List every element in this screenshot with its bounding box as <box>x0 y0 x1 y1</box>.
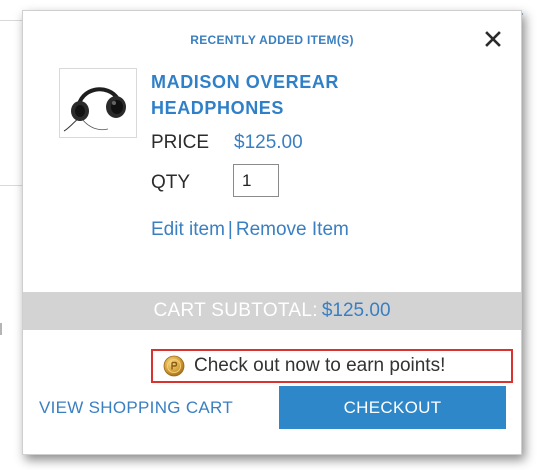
edit-item-link[interactable]: Edit item <box>151 219 225 240</box>
item-actions: Edit item | Remove Item <box>151 219 349 241</box>
modal-title: RECENTLY ADDED ITEM(S) <box>190 33 354 47</box>
earn-points-callout: Check out now to earn points! <box>151 349 513 383</box>
price-value: $125.00 <box>234 132 303 153</box>
close-icon[interactable] <box>483 29 503 49</box>
product-name-line: HEADPHONES <box>151 98 285 118</box>
earn-points-text: Check out now to earn points! <box>194 355 446 376</box>
headphones-icon <box>63 87 126 132</box>
product-name-link[interactable]: MADISON OVEREAR HEADPHONES <box>151 69 451 121</box>
added-to-cart-modal: RECENTLY ADDED ITEM(S) MADISON OVEREAR H… <box>22 10 522 455</box>
cart-subtotal-bar: CART SUBTOTAL: $125.00 <box>23 292 521 330</box>
price-label: PRICE <box>151 132 210 153</box>
quantity-input[interactable] <box>233 164 279 197</box>
product-thumbnail[interactable] <box>59 68 137 138</box>
link-separator: | <box>227 219 233 240</box>
view-shopping-cart-link[interactable]: VIEW SHOPPING CART <box>39 398 233 418</box>
page-background: RECENTLY ADDED ITEM(S) MADISON OVEREAR H… <box>0 0 542 470</box>
checkout-button[interactable]: CHECKOUT <box>279 386 506 429</box>
background-marker <box>0 323 2 335</box>
quantity-label: QTY <box>151 172 191 193</box>
points-coin-icon <box>163 355 185 377</box>
product-name-line: MADISON OVEREAR <box>151 72 340 92</box>
subtotal-value: $125.00 <box>321 300 391 321</box>
remove-item-link[interactable]: Remove Item <box>236 219 349 240</box>
subtotal-label: CART SUBTOTAL: <box>153 300 318 321</box>
